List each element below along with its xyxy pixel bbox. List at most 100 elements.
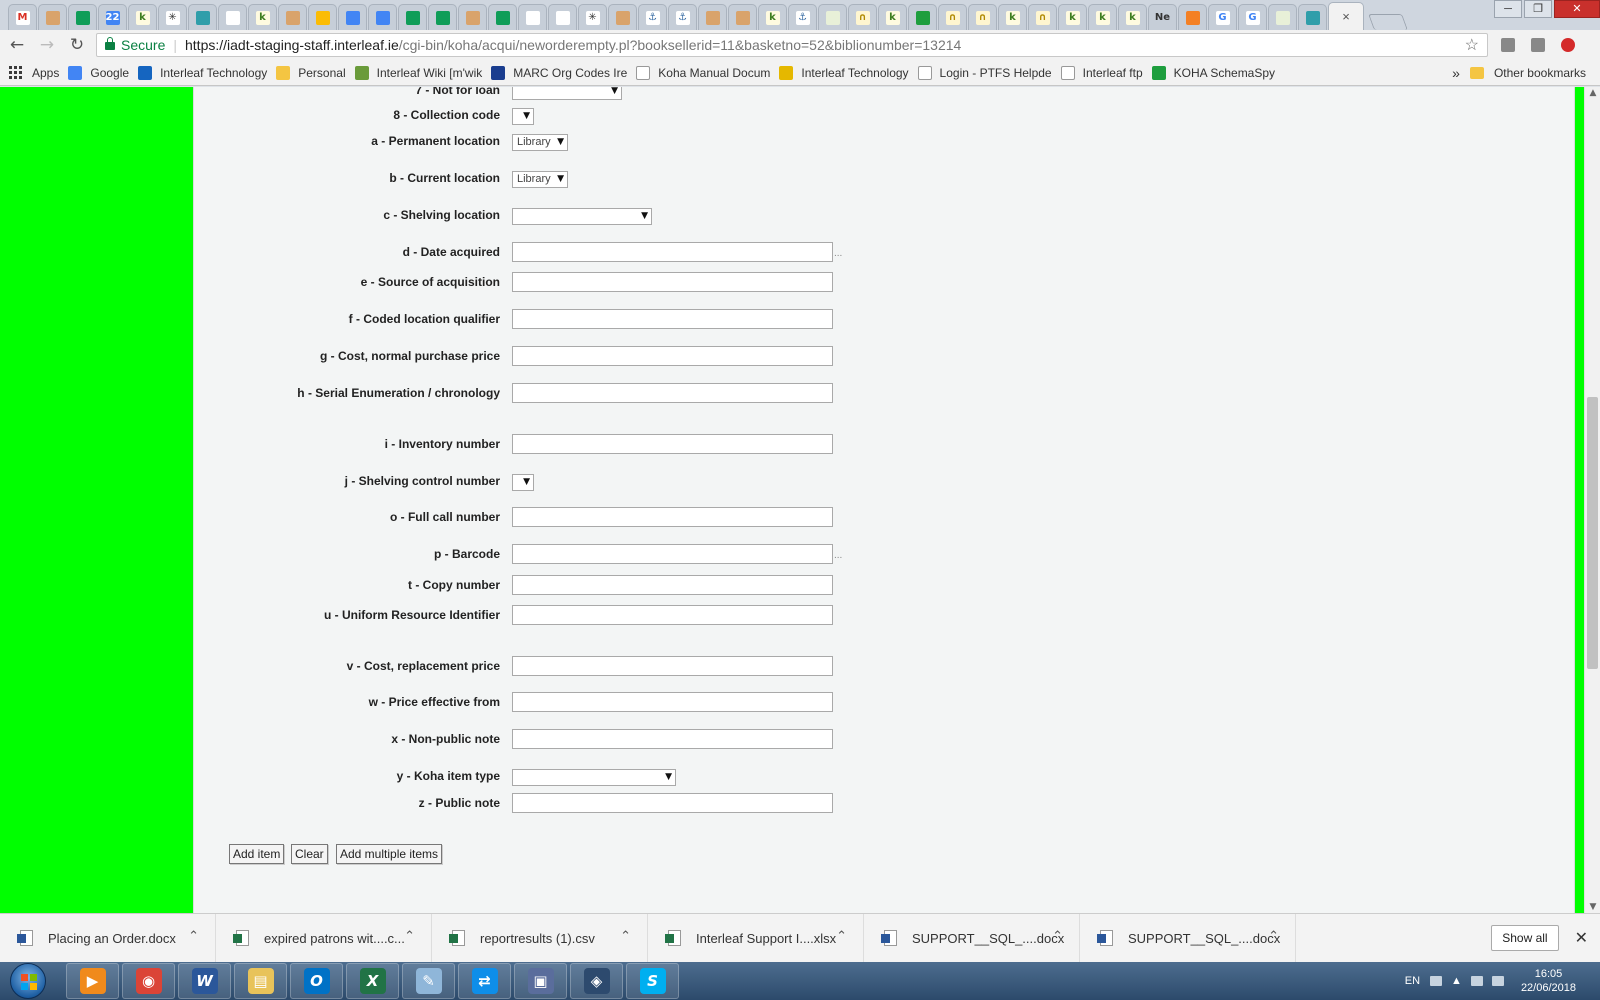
chevron-up-icon[interactable]: ⌃ (188, 929, 199, 944)
bookmark-item[interactable]: Koha Manual Docum (636, 65, 770, 80)
browser-tab[interactable] (608, 4, 637, 30)
browser-tab[interactable]: ✳ (578, 4, 607, 30)
browser-tab[interactable] (488, 4, 517, 30)
date-acquired-calendar-icon[interactable]: ... (834, 248, 842, 259)
bookmark-item[interactable]: Interleaf ftp (1060, 65, 1143, 80)
source-of-acquisition-input[interactable] (512, 272, 833, 292)
shelving-location-select[interactable]: ▼ (512, 208, 652, 225)
bookmark-item[interactable]: Login - PTFS Helpde (917, 65, 1052, 80)
browser-tab[interactable] (728, 4, 757, 30)
add-item-button[interactable]: Add item (229, 844, 285, 864)
taskbar-app[interactable]: ▤ (234, 963, 287, 999)
bookmark-item[interactable]: Personal (276, 65, 346, 80)
collection-code-select[interactable]: ▼ (512, 108, 534, 125)
price-effective-from-input[interactable] (512, 692, 833, 712)
browser-tab[interactable] (68, 4, 97, 30)
volume-icon[interactable] (1491, 976, 1504, 986)
browser-tab[interactable]: G (1208, 4, 1237, 30)
scroll-down-icon[interactable]: ▼ (1587, 902, 1599, 912)
extension-2-icon[interactable] (1528, 35, 1548, 55)
close-tab-icon[interactable]: × (1342, 9, 1350, 24)
browser-tab[interactable] (458, 4, 487, 30)
browser-tab[interactable] (188, 4, 217, 30)
start-button[interactable] (10, 963, 46, 999)
chevron-up-icon[interactable]: ⌃ (404, 929, 415, 944)
browser-tab[interactable]: Ne (1148, 4, 1177, 30)
download-item[interactable]: reportresults (1).csv ⌃ (432, 914, 648, 962)
browser-tab[interactable]: G (1238, 4, 1267, 30)
bookmark-item[interactable]: MARC Org Codes Ire (491, 65, 627, 80)
reload-button[interactable]: ↻ (64, 32, 90, 58)
not-for-loan-select[interactable]: ▼ (512, 87, 622, 100)
system-clock[interactable]: 16:05 22/06/2018 (1521, 967, 1576, 995)
browser-tab[interactable] (1268, 4, 1297, 30)
taskbar-app[interactable]: ✎ (402, 963, 455, 999)
new-tab-button[interactable] (1368, 14, 1408, 30)
extension-3-icon[interactable] (1558, 35, 1578, 55)
add-multiple-items-button[interactable]: Add multiple items (336, 844, 443, 864)
cost-normal-purchase-price-input[interactable] (512, 346, 833, 366)
network-icon[interactable] (1470, 976, 1483, 986)
uniform-resource-identifier-input[interactable] (512, 605, 833, 625)
download-item[interactable]: SUPPORT__SQL_....docx ⌃ (1080, 914, 1296, 962)
taskbar-app[interactable]: ⇄ (458, 963, 511, 999)
other-bookmarks[interactable]: Other bookmarks (1469, 66, 1586, 80)
non-public-note-input[interactable] (512, 729, 833, 749)
browser-tab[interactable]: ∩ (1028, 4, 1057, 30)
public-note-input[interactable] (512, 793, 833, 813)
browser-tab[interactable] (338, 4, 367, 30)
browser-tab[interactable]: ⚓ (788, 4, 817, 30)
download-item[interactable]: Placing an Order.docx ⌃ (0, 914, 216, 962)
taskbar-app[interactable]: O (290, 963, 343, 999)
browser-tab[interactable] (398, 4, 427, 30)
browser-tab[interactable] (428, 4, 457, 30)
minimize-button[interactable]: ─ (1494, 0, 1522, 18)
chevron-up-icon[interactable]: ⌃ (620, 929, 631, 944)
bookmark-item[interactable]: Interleaf Technology (779, 65, 909, 80)
current-location-select[interactable]: Library ▼ (512, 171, 568, 188)
browser-tab[interactable] (1178, 4, 1207, 30)
coded-location-qualifier-input[interactable] (512, 309, 833, 329)
cost-replacement-price-input[interactable] (512, 656, 833, 676)
shelving-control-number-select[interactable]: ▼ (512, 474, 534, 491)
serial-enumeration-input[interactable] (512, 383, 833, 403)
download-item[interactable]: SUPPORT__SQL_....docx ⌃ (864, 914, 1080, 962)
taskbar-app[interactable]: S (626, 963, 679, 999)
chevron-up-icon[interactable]: ⌃ (836, 929, 847, 944)
permanent-location-select[interactable]: Library ▼ (512, 134, 568, 151)
browser-tab[interactable]: k (128, 4, 157, 30)
taskbar-app[interactable]: W (178, 963, 231, 999)
bookmark-item[interactable]: Apps (9, 65, 59, 80)
full-call-number-input[interactable] (512, 507, 833, 527)
browser-tab[interactable]: 22 (98, 4, 127, 30)
browser-tab[interactable] (1298, 4, 1327, 30)
taskbar-app[interactable]: ◈ (570, 963, 623, 999)
keyboard-icon[interactable] (1430, 976, 1443, 986)
download-item[interactable]: Interleaf Support I....xlsx ⌃ (648, 914, 864, 962)
copy-number-input[interactable] (512, 575, 833, 595)
close-download-shelf-icon[interactable]: ✕ (1575, 928, 1588, 948)
bookmark-item[interactable]: Google (68, 65, 129, 80)
chevron-up-icon[interactable]: ⌃ (1268, 929, 1279, 944)
browser-tab[interactable]: ∩ (938, 4, 967, 30)
bookmark-item[interactable]: Interleaf Wiki [m'wik (354, 65, 482, 80)
browser-tab-active[interactable]: × (1328, 2, 1364, 30)
browser-tab[interactable] (278, 4, 307, 30)
maximize-button[interactable]: ❐ (1524, 0, 1552, 18)
browser-tab[interactable] (518, 4, 547, 30)
browser-tab[interactable]: M (8, 4, 37, 30)
browser-tab[interactable]: ⚓ (638, 4, 667, 30)
barcode-calendar-icon[interactable]: ... (834, 550, 842, 561)
taskbar-app[interactable]: ◉ (122, 963, 175, 999)
show-hidden-icons-icon[interactable]: ▲ (1451, 975, 1462, 987)
clear-button[interactable]: Clear (291, 844, 328, 864)
browser-tab[interactable]: ✳ (158, 4, 187, 30)
browser-tab[interactable] (818, 4, 847, 30)
barcode-input[interactable] (512, 544, 833, 564)
browser-tab[interactable]: k (758, 4, 787, 30)
extension-1-icon[interactable] (1498, 35, 1518, 55)
browser-tab[interactable] (38, 4, 67, 30)
scrollbar-thumb[interactable] (1587, 397, 1598, 669)
browser-tab[interactable]: k (878, 4, 907, 30)
forward-button[interactable]: → (34, 32, 60, 58)
